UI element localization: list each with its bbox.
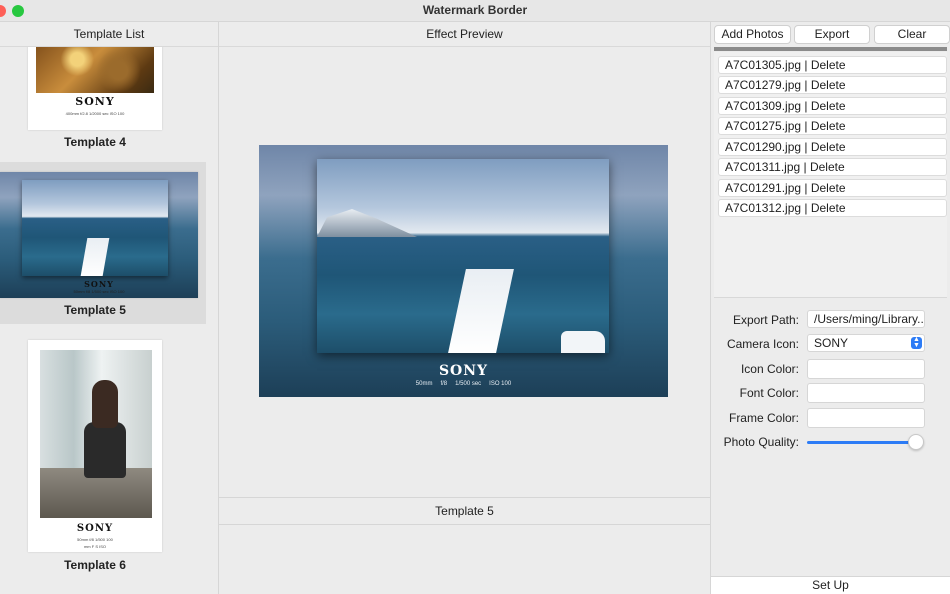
camera-icon-select[interactable]: SONY ▲ ▼: [807, 334, 925, 352]
camera-icon-value: SONY: [814, 336, 849, 350]
preview-brand: SONY: [438, 363, 489, 379]
frame-color-well[interactable]: [807, 408, 925, 428]
preview-pier: [448, 269, 514, 353]
clear-button[interactable]: Clear: [874, 25, 950, 44]
template-5-brand: SONY: [84, 279, 114, 289]
export-path-row: Export Path: /Users/ming/Library...: [711, 310, 950, 330]
control-panel: Add Photos Export Clear A7C01305.jpg | D…: [711, 22, 950, 594]
font-color-row: Font Color:: [711, 383, 950, 403]
file-item[interactable]: A7C01279.jpg | Delete: [718, 76, 947, 94]
template-item-5[interactable]: SONY 50mm f/8 1/500 sec ISO 100 Template…: [0, 162, 206, 324]
template-6-chair: [84, 422, 126, 478]
template-list-header: Template List: [0, 22, 218, 47]
template-item-4[interactable]: SONY 400mm f/2.8 1/2000 sec ISO 100 Temp…: [0, 47, 206, 157]
frame-color-row: Frame Color:: [711, 408, 950, 428]
template-5-thumbnail: SONY 50mm f/8 1/500 sec ISO 100: [0, 172, 198, 298]
effect-preview-panel: Effect Preview SONY 50mm f/8 1/500 sec ISO …: [219, 22, 711, 594]
font-color-label: Font Color:: [739, 386, 799, 400]
template-6-label: Template 6: [64, 558, 126, 572]
template-6-photo: [40, 350, 152, 518]
add-photos-button[interactable]: Add Photos: [714, 25, 791, 44]
template-6-thumbnail: SONY 50mm f/8 1/500 100 mm F S ISO: [28, 340, 162, 552]
template-4-thumbnail: SONY 400mm f/2.8 1/2000 sec ISO 100: [28, 47, 162, 130]
window-title: Watermark Border: [422, 3, 528, 17]
preview-meta: 50mm f/8 1/500 sec ISO 100: [415, 381, 512, 387]
icon-color-well[interactable]: [807, 359, 925, 379]
template-5-label: Template 5: [64, 303, 126, 317]
title-bar: Watermark Border: [0, 0, 950, 22]
preview-photo: [317, 159, 609, 353]
set-up-button[interactable]: Set Up: [711, 576, 950, 594]
file-item[interactable]: A7C01312.jpg | Delete: [718, 199, 947, 217]
template-6-meta-row2: mm F S ISO: [83, 544, 107, 549]
camera-icon-row: Camera Icon: SONY ▲ ▼: [711, 334, 950, 354]
export-button[interactable]: Export: [794, 25, 870, 44]
template-list[interactable]: SONY 400mm f/2.8 1/2000 sec ISO 100 Temp…: [0, 47, 218, 594]
file-item[interactable]: A7C01290.jpg | Delete: [718, 138, 947, 156]
file-item[interactable]: A7C01311.jpg | Delete: [718, 158, 947, 176]
template-5-photo: [22, 180, 168, 276]
file-item[interactable]: A7C01291.jpg | Delete: [718, 179, 947, 197]
file-item[interactable]: A7C01309.jpg | Delete: [718, 97, 947, 115]
camera-icon-label: Camera Icon:: [726, 337, 799, 351]
template-4-brand: SONY: [75, 95, 115, 108]
frame-color-label: Frame Color:: [728, 411, 799, 425]
photo-quality-slider-track[interactable]: [807, 441, 919, 444]
template-4-meta: 400mm f/2.8 1/2000 sec ISO 100: [65, 111, 125, 116]
font-color-well[interactable]: [807, 383, 925, 403]
current-template-label: Template 5: [219, 497, 710, 525]
preview-snow-rock: [561, 331, 605, 353]
template-6-brand: SONY: [76, 523, 114, 534]
file-item[interactable]: A7C01305.jpg | Delete: [718, 56, 947, 74]
progress-bar: [714, 47, 947, 51]
template-5-meta: 50mm f/8 1/500 sec ISO 100: [73, 289, 125, 294]
preview-area: SONY 50mm f/8 1/500 sec ISO 100: [219, 47, 710, 497]
photo-quality-label: Photo Quality:: [723, 435, 799, 449]
icon-color-label: Icon Color:: [740, 362, 799, 376]
template-4-photo: [36, 47, 154, 93]
photo-file-list[interactable]: A7C01305.jpg | Delete A7C01279.jpg | Del…: [714, 52, 947, 298]
chevron-updown-icon: ▲ ▼: [911, 336, 922, 349]
file-item[interactable]: A7C01275.jpg | Delete: [718, 117, 947, 135]
template-list-panel: Template List SONY 400mm f/2.8 1/2000 se…: [0, 22, 219, 594]
template-item-6[interactable]: SONY 50mm f/8 1/500 100 mm F S ISO Templ…: [0, 340, 206, 580]
photo-toolbar: Add Photos Export Clear: [714, 25, 950, 45]
preview-image: SONY 50mm f/8 1/500 sec ISO 100: [259, 145, 668, 397]
template-6-meta-row1: 50mm f/8 1/500 100: [77, 537, 113, 542]
photo-quality-slider-knob[interactable]: [908, 434, 924, 450]
photo-quality-row: Photo Quality:: [711, 432, 950, 452]
template-6-person: [92, 380, 118, 428]
effect-preview-header: Effect Preview: [219, 22, 710, 47]
icon-color-row: Icon Color:: [711, 359, 950, 379]
template-4-label: Template 4: [64, 135, 126, 149]
export-path-field[interactable]: /Users/ming/Library...: [807, 310, 925, 328]
template-5-pier: [80, 238, 110, 276]
preview-mountain: [317, 209, 417, 237]
export-path-label: Export Path:: [732, 313, 799, 327]
